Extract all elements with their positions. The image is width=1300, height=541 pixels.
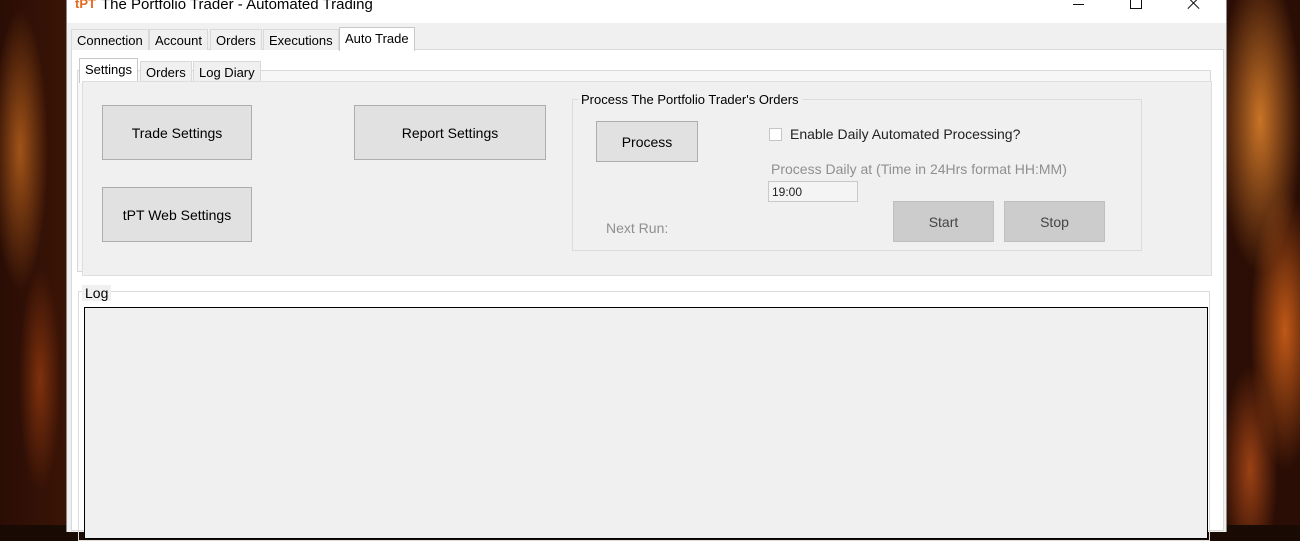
maximize-button[interactable] <box>1113 0 1159 14</box>
report-settings-button[interactable]: Report Settings <box>354 105 546 160</box>
next-run-label: Next Run: <box>606 220 669 236</box>
process-group-title: Process The Portfolio Trader's Orders <box>578 92 802 107</box>
subtab-orders[interactable]: Orders <box>140 61 192 82</box>
app-logo-icon: tPT <box>75 0 96 11</box>
subtab-settings[interactable]: Settings <box>79 58 138 83</box>
process-time-input[interactable] <box>768 181 858 202</box>
minimize-button[interactable] <box>1055 0 1101 14</box>
tab-account[interactable]: Account <box>149 29 208 50</box>
log-title: Log <box>82 285 112 301</box>
stop-button[interactable]: Stop <box>1004 201 1105 242</box>
tab-executions[interactable]: Executions <box>263 29 339 50</box>
web-settings-button[interactable]: tPT Web Settings <box>102 187 252 242</box>
process-daily-label: Process Daily at (Time in 24Hrs format H… <box>771 161 1067 177</box>
title-bar: tPT The Portfolio Trader - Automated Tra… <box>67 0 1226 23</box>
close-button[interactable] <box>1171 0 1217 14</box>
maximize-icon <box>1130 0 1142 9</box>
trade-settings-button[interactable]: Trade Settings <box>102 105 252 160</box>
window-title: The Portfolio Trader - Automated Trading <box>101 0 373 13</box>
minimize-icon <box>1072 3 1084 5</box>
tab-connection[interactable]: Connection <box>71 29 149 50</box>
close-icon <box>1188 0 1200 9</box>
subtab-log-diary[interactable]: Log Diary <box>193 61 261 82</box>
process-button[interactable]: Process <box>596 121 698 162</box>
log-textarea[interactable] <box>84 307 1208 539</box>
start-button[interactable]: Start <box>893 201 994 242</box>
tab-orders[interactable]: Orders <box>210 29 262 50</box>
tab-auto-trade[interactable]: Auto Trade <box>339 27 415 51</box>
enable-daily-processing-checkbox[interactable] <box>769 128 782 141</box>
app-window: tPT The Portfolio Trader - Automated Tra… <box>66 0 1227 541</box>
enable-daily-processing-label[interactable]: Enable Daily Automated Processing? <box>790 126 1020 142</box>
